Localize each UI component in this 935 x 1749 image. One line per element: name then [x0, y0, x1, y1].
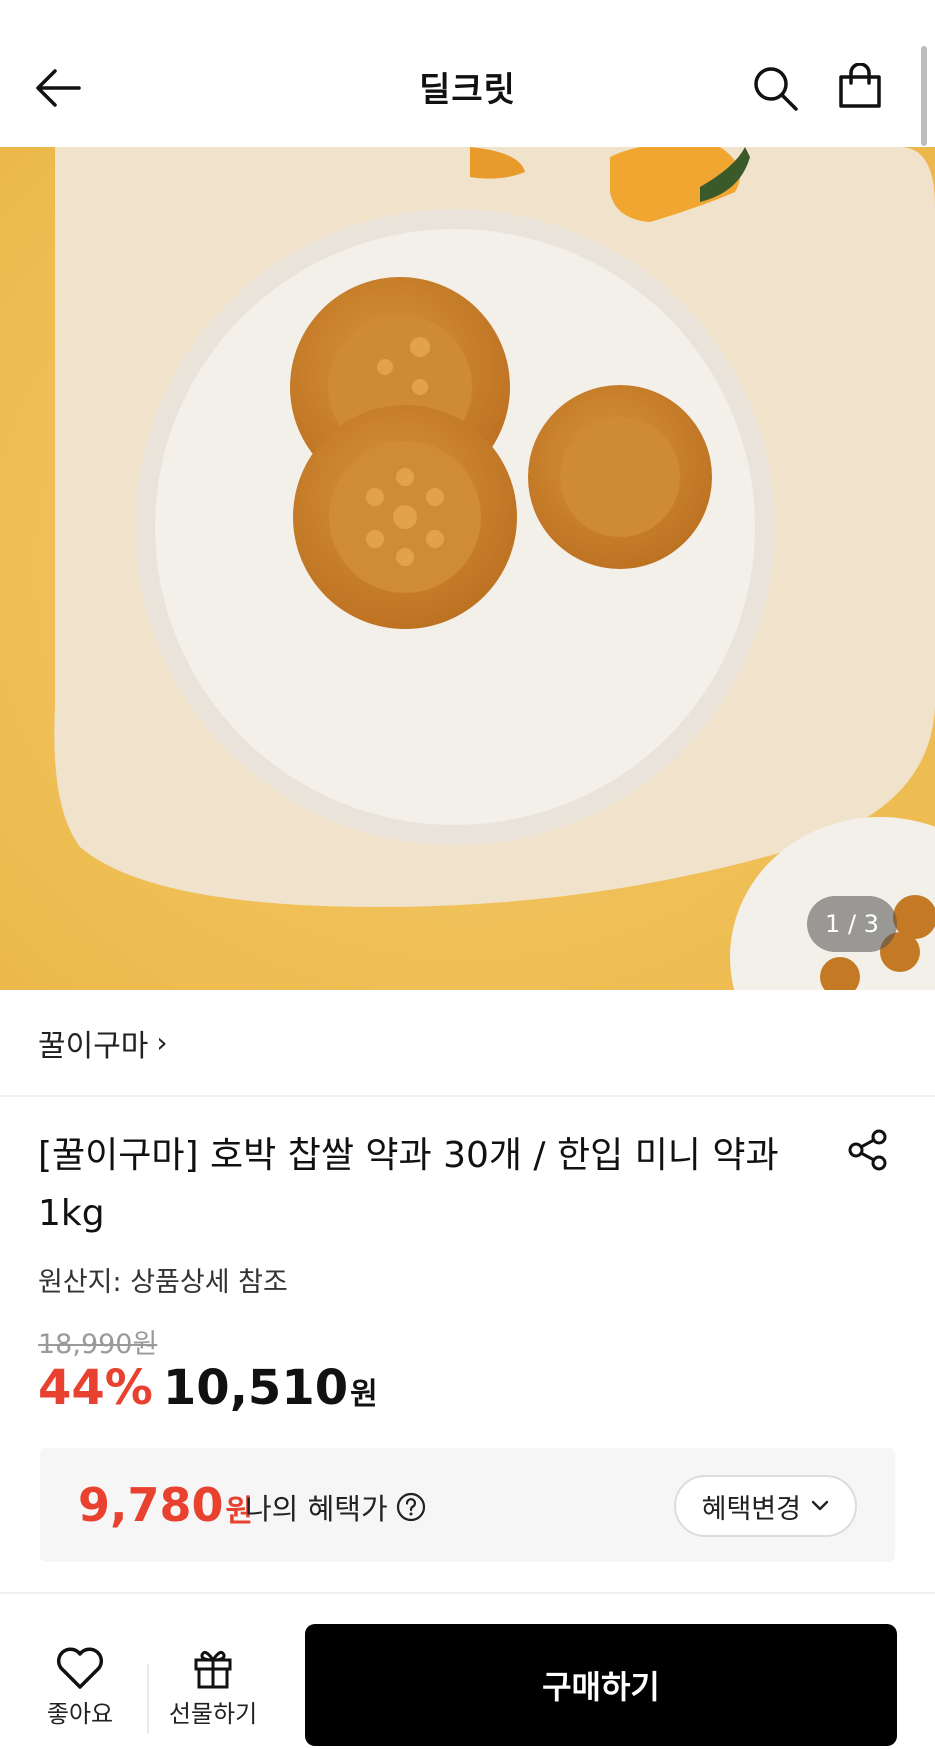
divider	[147, 1664, 149, 1734]
help-icon[interactable]	[396, 1492, 426, 1522]
benefit-change-label: 혜택변경	[701, 1493, 801, 1525]
bottom-action-bar: 좋아요 선물하기 구매하기	[0, 1592, 935, 1749]
like-button[interactable]: 좋아요	[25, 1646, 135, 1729]
benefit-label: 나의 혜택가	[245, 1492, 388, 1526]
top-header: 딜크릿	[0, 0, 935, 147]
search-icon	[754, 67, 798, 111]
discount-rate: 44%	[38, 1360, 153, 1416]
buy-button[interactable]: 구매하기	[305, 1624, 897, 1746]
sale-price-unit: 원	[350, 1377, 378, 1412]
product-title: [꿀이구마] 호박 찹쌀 약과 30개 / 한입 미니 약과 1kg	[38, 1135, 779, 1234]
sale-price: 10,510	[162, 1360, 349, 1416]
chevron-down-icon	[811, 1500, 829, 1512]
gift-button[interactable]: 선물하기	[158, 1646, 268, 1729]
chevron-right-icon: ›	[156, 1026, 168, 1059]
share-button[interactable]	[840, 1122, 896, 1178]
heart-icon	[56, 1647, 104, 1689]
brand-name: 꿀이구마	[38, 1028, 149, 1064]
product-image	[0, 147, 935, 990]
product-image-carousel[interactable]: 1 / 3	[0, 147, 935, 990]
scroll-indicator[interactable]	[921, 46, 927, 146]
benefit-box: 9,780 원 나의 혜택가 혜택변경	[40, 1448, 895, 1562]
brand-link[interactable]: 꿀이구마 ›	[0, 990, 935, 1097]
benefit-price: 9,780 원	[78, 1478, 253, 1532]
origin-info: 원산지: 상품상세 참조	[38, 1267, 288, 1298]
benefit-amount: 9,780	[78, 1478, 224, 1532]
image-pager-badge: 1 / 3	[807, 896, 897, 952]
gift-icon	[194, 1650, 232, 1689]
price-row: 44% 10,510 원	[38, 1360, 378, 1416]
search-button[interactable]	[745, 58, 805, 118]
shopping-bag-icon	[839, 63, 881, 108]
cart-button[interactable]	[830, 56, 890, 116]
like-label: 좋아요	[46, 1700, 114, 1728]
share-icon	[848, 1129, 887, 1171]
product-page: 딜크릿 1 / 3 꿀이구마 › [꿀이구마] 호박 찹쌀 약과 30개 / 한…	[0, 0, 935, 1749]
gift-label: 선물하기	[168, 1700, 258, 1728]
benefit-change-button[interactable]: 혜택변경	[673, 1475, 857, 1537]
benefit-label-wrap: 나의 혜택가	[245, 1486, 426, 1528]
original-price: 18,990원	[38, 1329, 158, 1360]
